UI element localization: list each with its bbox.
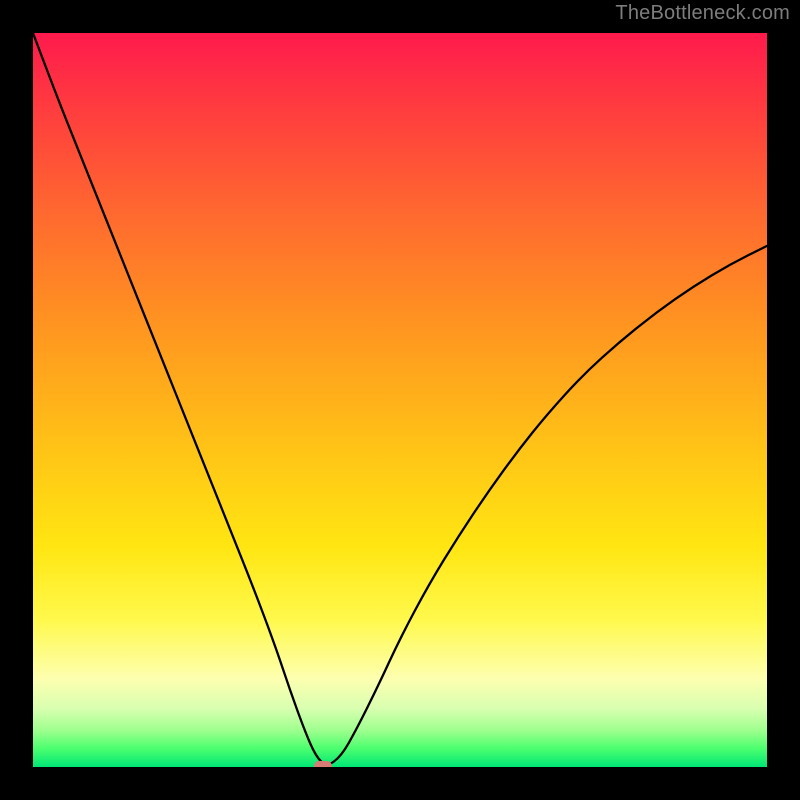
optimum-marker xyxy=(314,761,332,767)
watermark-text: TheBottleneck.com xyxy=(615,2,790,25)
bottleneck-curve-svg xyxy=(33,33,767,767)
bottleneck-curve-line xyxy=(33,33,767,764)
chart-frame: TheBottleneck.com xyxy=(0,0,800,800)
plot-area xyxy=(33,33,767,767)
